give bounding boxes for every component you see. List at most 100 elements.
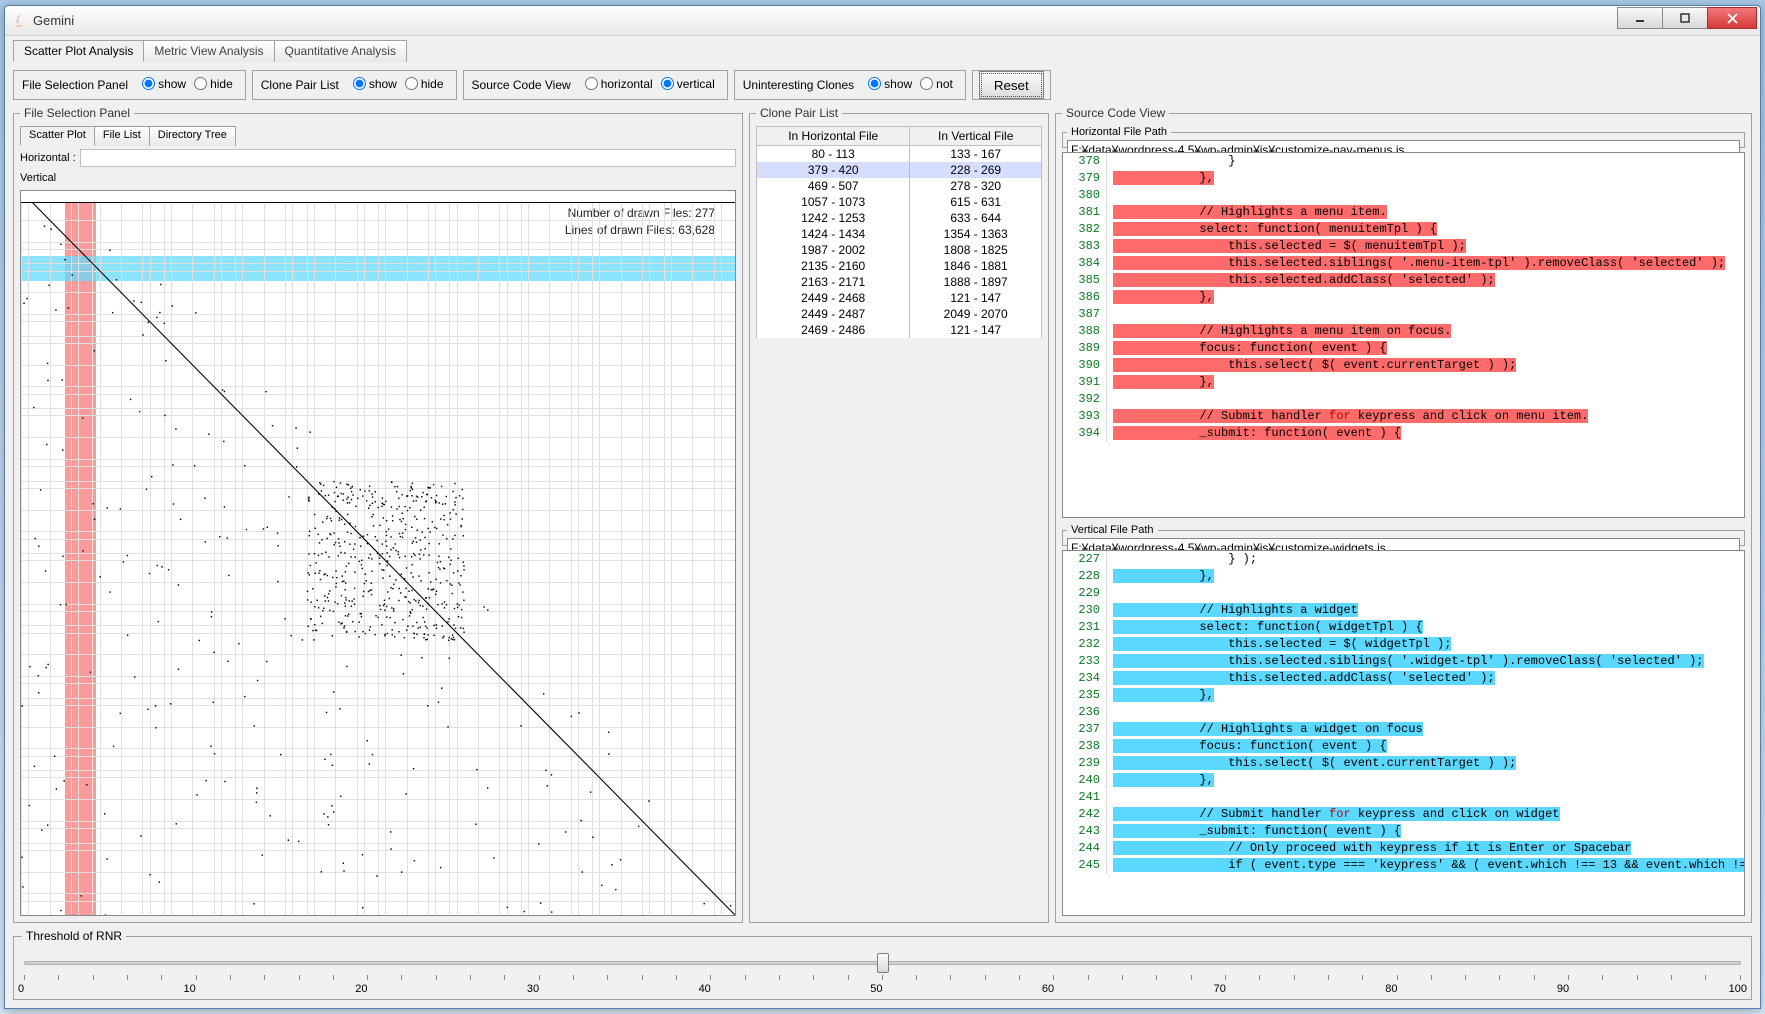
maximize-button[interactable] (1662, 7, 1708, 29)
code-line: 393 // Submit handler for keypress and c… (1063, 408, 1744, 425)
rnr-slider-thumb[interactable] (877, 953, 889, 973)
main-tab[interactable]: Scatter Plot Analysis (13, 40, 144, 62)
clone-pair-row[interactable]: 2469 - 2486121 - 147 (757, 322, 1042, 338)
option-source-code: Source Code View horizontal vertical (463, 70, 728, 100)
code-line: 243 _submit: function( event ) { (1063, 823, 1744, 840)
horizontal-path-label: Horizontal : (20, 152, 76, 164)
vertical-file-path-legend: Vertical File Path (1067, 524, 1158, 536)
clone-pair-row[interactable]: 469 - 507278 - 320 (757, 178, 1042, 194)
code-line: 237 // Highlights a widget on focus (1063, 721, 1744, 738)
code-line: 385 this.selected.addClass( 'selected' )… (1063, 272, 1744, 289)
vertical-path-row: Vertical (20, 168, 736, 188)
radio-cp-hide[interactable]: hide (405, 77, 444, 91)
option-uninteresting: Uninteresting Clones shownot (734, 70, 966, 100)
source-code-legend: Source Code View (1062, 106, 1169, 120)
code-line: 239 this.select( $( event.currentTarget … (1063, 755, 1744, 772)
inner-tab[interactable]: File List (94, 126, 150, 146)
option-row: File Selection Panel show hide Clone Pair… (13, 70, 1752, 100)
option-file-selection-radios: show hide (138, 77, 237, 94)
code-line: 234 this.selected.addClass( 'selected' )… (1063, 670, 1744, 687)
vertical-code-view: 227 } );228 },229230 // Highlights a wid… (1062, 550, 1745, 916)
clone-pair-row[interactable]: 2449 - 24872049 - 2070 (757, 306, 1042, 322)
radio-fs-show[interactable]: show (142, 77, 186, 91)
file-selection-panel: File Selection Panel Scatter PlotFile Li… (13, 106, 743, 923)
rnr-slider[interactable] (24, 953, 1741, 981)
code-line: 390 this.select( $( event.currentTarget … (1063, 357, 1744, 374)
clone-pair-row[interactable]: 2135 - 21601846 - 1881 (757, 258, 1042, 274)
code-line: 394 _submit: function( event ) { (1063, 425, 1744, 442)
code-line: 387 (1063, 306, 1744, 323)
main-tab[interactable]: Quantitative Analysis (274, 40, 407, 62)
java-app-icon (11, 13, 27, 29)
code-line: 388 // Highlights a menu item on focus. (1063, 323, 1744, 340)
rnr-legend: Threshold of RNR (22, 929, 126, 943)
code-line: 381 // Highlights a menu item. (1063, 204, 1744, 221)
main-tab[interactable]: Metric View Analysis (143, 40, 274, 62)
radio-fs-hide[interactable]: hide (194, 77, 233, 91)
clone-pair-table[interactable]: In Horizontal File In Vertical File 80 -… (756, 126, 1042, 338)
option-file-selection-label: File Selection Panel (22, 78, 128, 92)
radio-sc-vertical[interactable]: vertical (661, 77, 715, 91)
horizontal-path-value[interactable] (80, 149, 736, 167)
clone-pair-row[interactable]: 1242 - 1253633 - 644 (757, 210, 1042, 226)
code-line: 242 // Submit handler for keypress and c… (1063, 806, 1744, 823)
code-line: 384 this.selected.siblings( '.menu-item-… (1063, 255, 1744, 272)
rnr-slider-ticks (24, 975, 1741, 981)
option-clone-pair-label: Clone Pair List (261, 78, 339, 92)
clone-pair-row[interactable]: 1987 - 20021808 - 1825 (757, 242, 1042, 258)
code-line: 228 }, (1063, 568, 1744, 585)
window-body: Scatter Plot AnalysisMetric View Analysi… (5, 36, 1760, 1008)
code-line: 392 (1063, 391, 1744, 408)
file-selection-inner-tabs: Scatter PlotFile ListDirectory Tree (20, 126, 736, 146)
horizontal-file-path-group: Horizontal File Path (1062, 126, 1745, 148)
clone-pair-row[interactable]: 379 - 420228 - 269 (757, 162, 1042, 178)
horizontal-code-view: 378 }379 },380381 // Highlights a menu i… (1062, 152, 1745, 518)
radio-ui-not[interactable]: not (920, 77, 953, 91)
radio-ui-show[interactable]: show (868, 77, 912, 91)
code-line: 240 }, (1063, 772, 1744, 789)
code-line: 245 if ( event.type === 'keypress' && ( … (1063, 857, 1744, 874)
close-button[interactable] (1707, 7, 1757, 29)
code-line: 380 (1063, 187, 1744, 204)
radio-sc-horizontal[interactable]: horizontal (585, 77, 653, 91)
code-line: 379 }, (1063, 170, 1744, 187)
clone-pair-row[interactable]: 1424 - 14341354 - 1363 (757, 226, 1042, 242)
radio-cp-show[interactable]: show (353, 77, 397, 91)
code-line: 391 }, (1063, 374, 1744, 391)
clone-pair-col-horizontal[interactable]: In Horizontal File (757, 127, 910, 146)
code-line: 236 (1063, 704, 1744, 721)
scatter-plot[interactable]: Number of drawn Files: 277 Lines of draw… (20, 190, 736, 916)
horizontal-file-path-legend: Horizontal File Path (1067, 126, 1171, 138)
inner-tab[interactable]: Scatter Plot (20, 126, 95, 146)
app-window: Gemini Scatter Plot AnalysisMetric View … (4, 5, 1761, 1009)
rnr-slider-labels: 0102030405060708090100 (18, 983, 1747, 995)
content-row: File Selection Panel Scatter PlotFile Li… (13, 106, 1752, 923)
vertical-code-scroll[interactable]: 227 } );228 },229230 // Highlights a wid… (1063, 551, 1744, 915)
clone-pair-row[interactable]: 2163 - 21711888 - 1897 (757, 274, 1042, 290)
code-line: 382 select: function( menuitemTpl ) { (1063, 221, 1744, 238)
reset-button[interactable]: Reset (979, 71, 1044, 99)
inner-tab[interactable]: Directory Tree (149, 126, 236, 146)
option-reset-group: Reset (972, 70, 1051, 100)
source-code-panel: Source Code View Horizontal File Path 37… (1055, 106, 1752, 923)
vertical-path-label: Vertical (20, 172, 56, 184)
code-line: 230 // Highlights a widget (1063, 602, 1744, 619)
code-line: 378 } (1063, 153, 1744, 170)
clone-pair-row[interactable]: 1057 - 1073615 - 631 (757, 194, 1042, 210)
code-line: 386 }, (1063, 289, 1744, 306)
clone-pair-row[interactable]: 80 - 113133 - 167 (757, 146, 1042, 163)
code-line: 235 }, (1063, 687, 1744, 704)
code-line: 231 select: function( widgetTpl ) { (1063, 619, 1744, 636)
option-uninteresting-label: Uninteresting Clones (743, 78, 854, 92)
clone-pair-panel: Clone Pair List In Horizontal File In Ve… (749, 106, 1049, 923)
option-source-code-label: Source Code View (472, 78, 571, 92)
minimize-button[interactable] (1617, 7, 1663, 29)
clone-pair-row[interactable]: 2449 - 2468121 - 147 (757, 290, 1042, 306)
horizontal-code-scroll[interactable]: 378 }379 },380381 // Highlights a menu i… (1063, 153, 1744, 517)
clone-pair-col-vertical[interactable]: In Vertical File (910, 127, 1042, 146)
titlebar[interactable]: Gemini (5, 6, 1760, 36)
code-line: 383 this.selected = $( menuitemTpl ); (1063, 238, 1744, 255)
code-line: 238 focus: function( event ) { (1063, 738, 1744, 755)
rnr-threshold-panel: Threshold of RNR 0102030405060708090100 (13, 929, 1752, 1000)
window-buttons (1617, 7, 1757, 29)
